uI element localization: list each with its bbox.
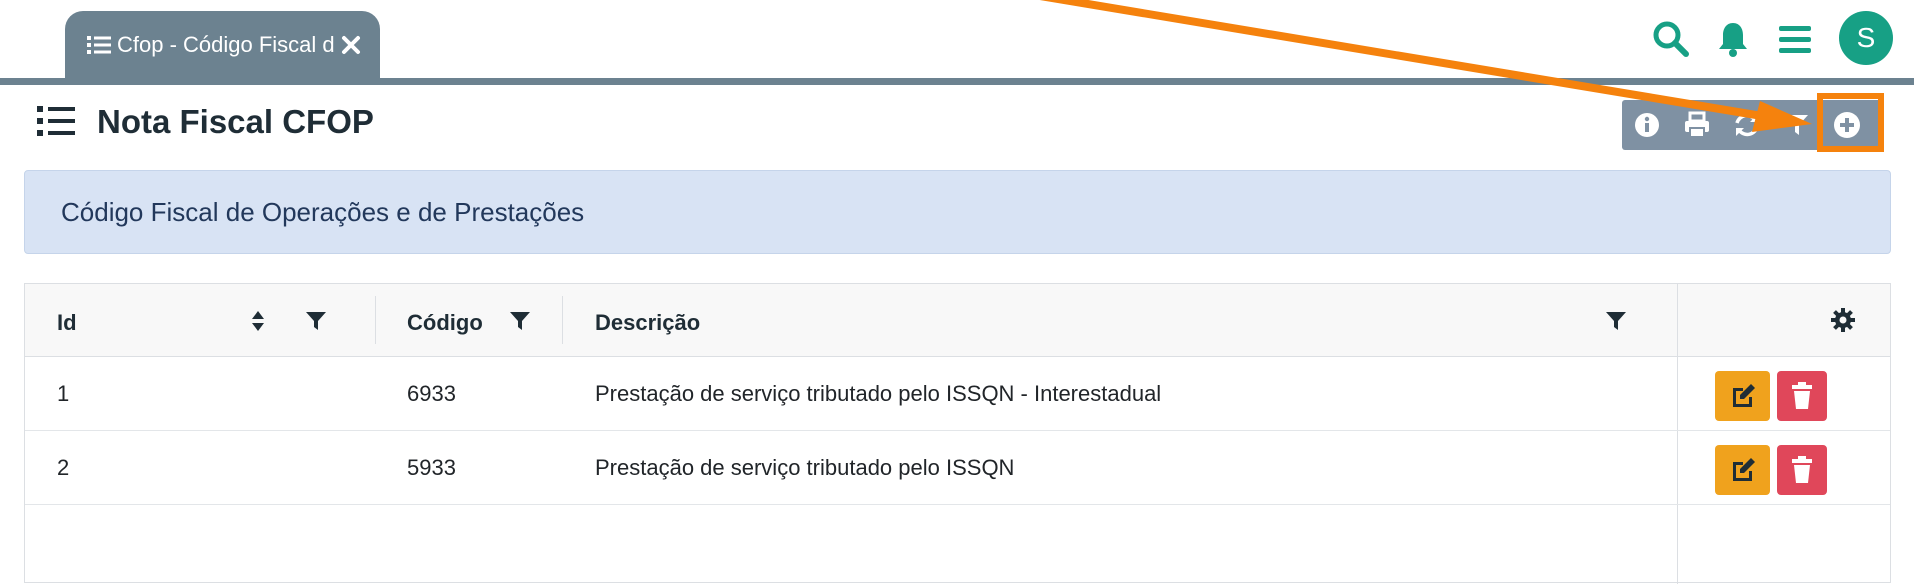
search-icon[interactable] bbox=[1652, 20, 1690, 58]
cell-id: 1 bbox=[57, 381, 70, 406]
close-icon[interactable] bbox=[341, 35, 361, 55]
table-header: Id Código Descrição bbox=[25, 284, 1890, 357]
table-row[interactable]: 2 5933 Prestação de serviço tributado pe… bbox=[25, 431, 1890, 505]
cell-id: 2 bbox=[57, 455, 70, 480]
cell-codigo: 5933 bbox=[407, 455, 456, 480]
edit-button[interactable] bbox=[1715, 445, 1770, 495]
sort-icon[interactable] bbox=[251, 310, 265, 332]
column-header-id[interactable]: Id bbox=[57, 310, 77, 336]
column-header-descricao[interactable]: Descrição bbox=[595, 310, 700, 336]
cell-codigo: 6933 bbox=[407, 381, 456, 406]
filter-icon bbox=[1786, 115, 1808, 135]
page-title: Nota Fiscal CFOP bbox=[97, 103, 374, 140]
print-button[interactable] bbox=[1680, 108, 1714, 142]
delete-button[interactable] bbox=[1777, 445, 1827, 495]
refresh-icon bbox=[1735, 113, 1759, 137]
top-divider bbox=[0, 78, 1914, 85]
cell-descricao: Prestação de serviço tributado pelo ISSQ… bbox=[595, 455, 1015, 480]
info-icon bbox=[1635, 113, 1659, 137]
tab-label: Cfop - Código Fiscal de Operações e de P… bbox=[117, 31, 335, 57]
bell-icon[interactable] bbox=[1714, 20, 1752, 58]
trash-icon bbox=[1792, 456, 1812, 483]
tab-cfop[interactable]: Cfop - Código Fiscal de Operações e de P… bbox=[65, 11, 380, 78]
cell-descricao: Prestação de serviço tributado pelo ISSQ… bbox=[595, 381, 1162, 406]
menu-icon[interactable] bbox=[1776, 20, 1814, 58]
info-button[interactable] bbox=[1630, 108, 1664, 142]
delete-button[interactable] bbox=[1777, 371, 1827, 421]
avatar[interactable]: S bbox=[1839, 11, 1893, 65]
edit-icon bbox=[1732, 384, 1755, 407]
edit-button[interactable] bbox=[1715, 371, 1770, 421]
data-table: Id Código Descrição 1 6933 Prestação de … bbox=[24, 283, 1891, 584]
banner-text: Código Fiscal de Operações e de Prestaçõ… bbox=[61, 196, 585, 227]
filter-icon[interactable] bbox=[509, 311, 531, 331]
list-icon bbox=[87, 35, 111, 54]
info-banner: Código Fiscal de Operações e de Prestaçõ… bbox=[24, 170, 1891, 254]
edit-icon bbox=[1732, 458, 1755, 481]
list-icon bbox=[37, 106, 75, 136]
table-row[interactable]: 1 6933 Prestação de serviço tributado pe… bbox=[25, 357, 1890, 431]
filter-button[interactable] bbox=[1780, 108, 1814, 142]
column-header-codigo[interactable]: Código bbox=[407, 310, 483, 336]
trash-icon bbox=[1792, 382, 1812, 409]
print-icon bbox=[1685, 111, 1709, 138]
annotation-highlight-box bbox=[1817, 93, 1884, 152]
column-separator bbox=[562, 296, 563, 344]
filter-icon[interactable] bbox=[1605, 311, 1627, 331]
column-separator bbox=[375, 296, 376, 344]
gear-icon[interactable] bbox=[1830, 307, 1856, 333]
filter-icon[interactable] bbox=[305, 311, 327, 331]
refresh-button[interactable] bbox=[1730, 108, 1764, 142]
